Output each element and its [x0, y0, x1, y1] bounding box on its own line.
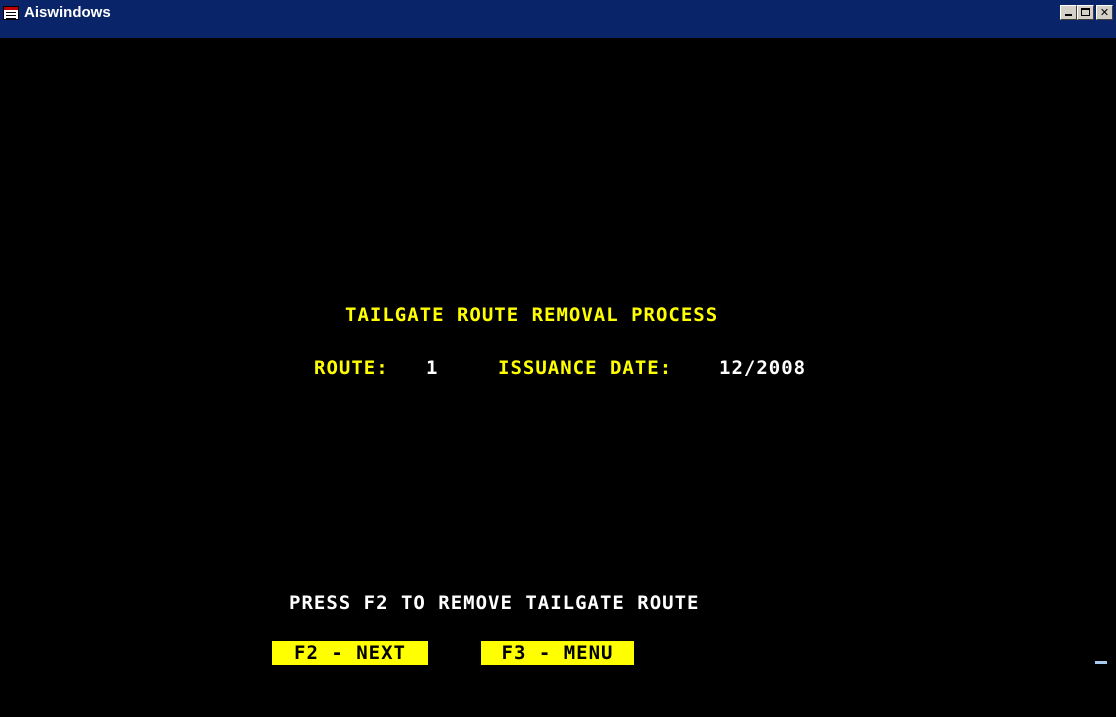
maximize-button[interactable]	[1077, 5, 1094, 20]
route-label: ROUTE:	[314, 357, 389, 379]
title-bar-background	[0, 0, 1116, 37]
screen-heading: TAILGATE ROUTE REMOVAL PROCESS	[345, 304, 719, 326]
minimize-icon	[1065, 14, 1072, 16]
issuance-date-value: 12/2008	[719, 357, 807, 379]
minimize-button[interactable]	[1060, 5, 1077, 20]
app-window-icon[interactable]	[3, 6, 19, 20]
close-button[interactable]: ✕	[1096, 5, 1113, 20]
terminal-screen[interactable]: TAILGATE ROUTE REMOVAL PROCESS ROUTE: 1 …	[8, 38, 1116, 717]
close-icon: ✕	[1099, 6, 1110, 19]
maximize-icon	[1081, 8, 1090, 16]
instruction-text: PRESS F2 TO REMOVE TAILGATE ROUTE	[289, 592, 700, 614]
text-cursor	[1095, 661, 1107, 664]
title-bar[interactable]: Aiswindows ✕	[0, 0, 1116, 38]
window-title: Aiswindows	[24, 4, 111, 21]
issuance-date-label: ISSUANCE DATE:	[498, 357, 673, 379]
route-value: 1	[426, 357, 439, 379]
f2-next-button[interactable]: F2 - NEXT	[272, 641, 428, 665]
f3-menu-button[interactable]: F3 - MENU	[481, 641, 634, 665]
terminal-window: Aiswindows ✕ TAILGATE ROUTE REMOVAL PROC…	[0, 0, 1116, 717]
